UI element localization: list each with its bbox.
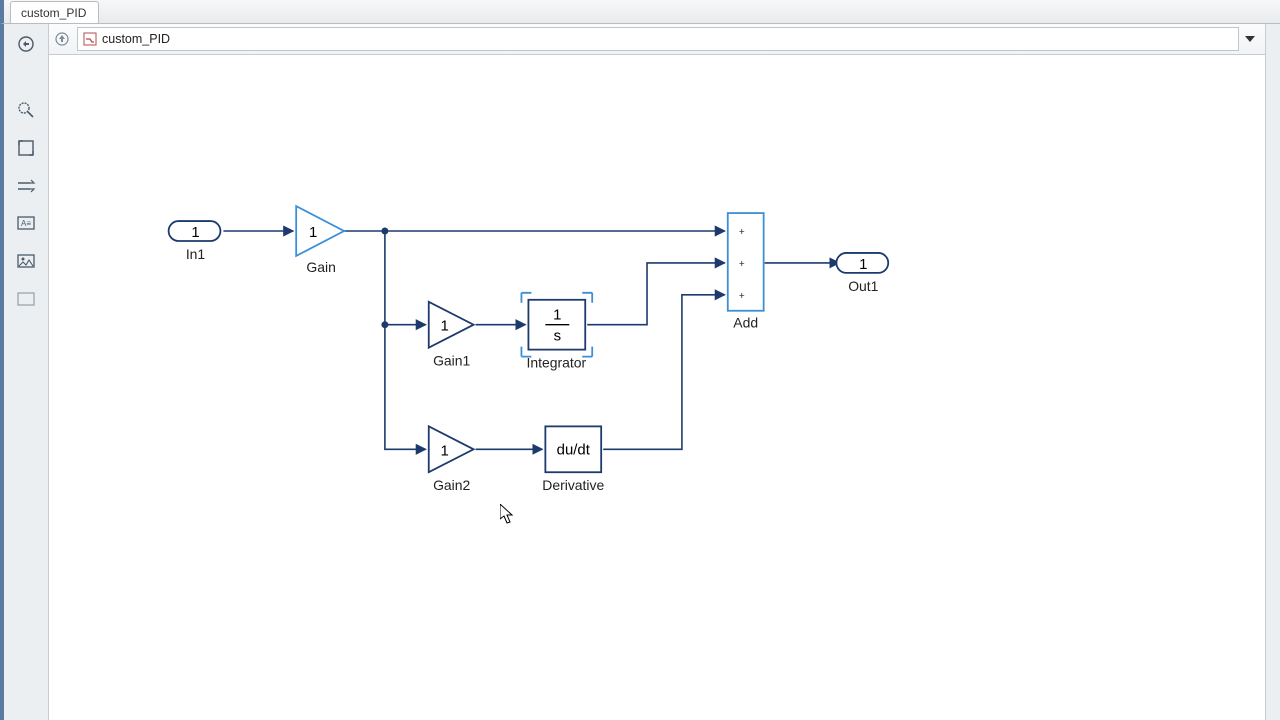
breadcrumb-text: custom_PID [102, 32, 170, 46]
tab-strip: custom_PID [0, 0, 1280, 24]
out1-label: Out1 [848, 278, 878, 294]
block-gain1[interactable]: 1 Gain1 [429, 302, 474, 369]
derivative-expr: du/dt [557, 441, 591, 458]
model-canvas[interactable]: 1 In1 1 Gain 1 Gain1 1 [49, 55, 1265, 720]
main-area: custom_PID [49, 24, 1265, 720]
fit-icon [17, 139, 35, 157]
in1-label: In1 [186, 246, 206, 262]
gain1-label: Gain1 [433, 353, 470, 369]
block-gain[interactable]: 1 Gain [296, 206, 344, 275]
breadcrumb-dropdown[interactable] [1241, 29, 1259, 49]
fit-button[interactable] [12, 134, 40, 162]
signals-button[interactable] [12, 172, 40, 200]
block-in1[interactable]: 1 In1 [169, 221, 221, 262]
text-box-icon: A≡ [17, 216, 35, 232]
zoom-button[interactable] [12, 96, 40, 124]
breadcrumb-path[interactable]: custom_PID [77, 27, 1239, 51]
block-gain2[interactable]: 1 Gain2 [429, 426, 474, 493]
gain2-label: Gain2 [433, 477, 470, 493]
tab-label: custom_PID [21, 6, 86, 20]
scrollbar-gutter[interactable] [1265, 24, 1280, 720]
gain2-value: 1 [441, 442, 449, 459]
blank-box-button[interactable] [12, 286, 40, 314]
block-integrator[interactable]: 1 s Integrator [521, 293, 592, 371]
add-in2: + [739, 291, 745, 302]
gain1-value: 1 [441, 318, 449, 335]
add-label: Add [733, 315, 758, 331]
integrator-label: Integrator [526, 355, 586, 371]
workspace: A≡ [0, 24, 1280, 720]
add-in1: + [739, 259, 745, 270]
magnifier-icon [16, 100, 36, 120]
breadcrumb-up-button[interactable] [53, 30, 71, 48]
up-arrow-icon [55, 32, 69, 46]
gain-value: 1 [309, 224, 317, 241]
in1-value: 1 [191, 224, 199, 241]
out1-value: 1 [859, 256, 867, 273]
add-in0: + [739, 227, 745, 238]
breadcrumb-bar: custom_PID [49, 24, 1265, 55]
arrows-icon [16, 179, 36, 193]
annotation-button[interactable]: A≡ [12, 210, 40, 238]
chevron-down-icon [1245, 36, 1255, 42]
tab-model[interactable]: custom_PID [10, 1, 99, 23]
integrator-num: 1 [553, 307, 561, 324]
box-icon [17, 292, 35, 308]
explorer-toggle-button[interactable] [12, 30, 40, 58]
image-icon [17, 254, 35, 270]
block-add[interactable]: + + + Add [728, 213, 764, 331]
model-icon [82, 31, 98, 47]
gain-label: Gain [306, 259, 335, 275]
image-button[interactable] [12, 248, 40, 276]
derivative-label: Derivative [542, 477, 604, 493]
circle-arrow-icon [17, 35, 35, 53]
svg-text:A≡: A≡ [21, 219, 31, 228]
block-out1[interactable]: 1 Out1 [836, 253, 888, 294]
side-toolbar: A≡ [0, 24, 49, 720]
integrator-den: s [554, 328, 561, 345]
block-derivative[interactable]: du/dt Derivative [542, 426, 604, 493]
